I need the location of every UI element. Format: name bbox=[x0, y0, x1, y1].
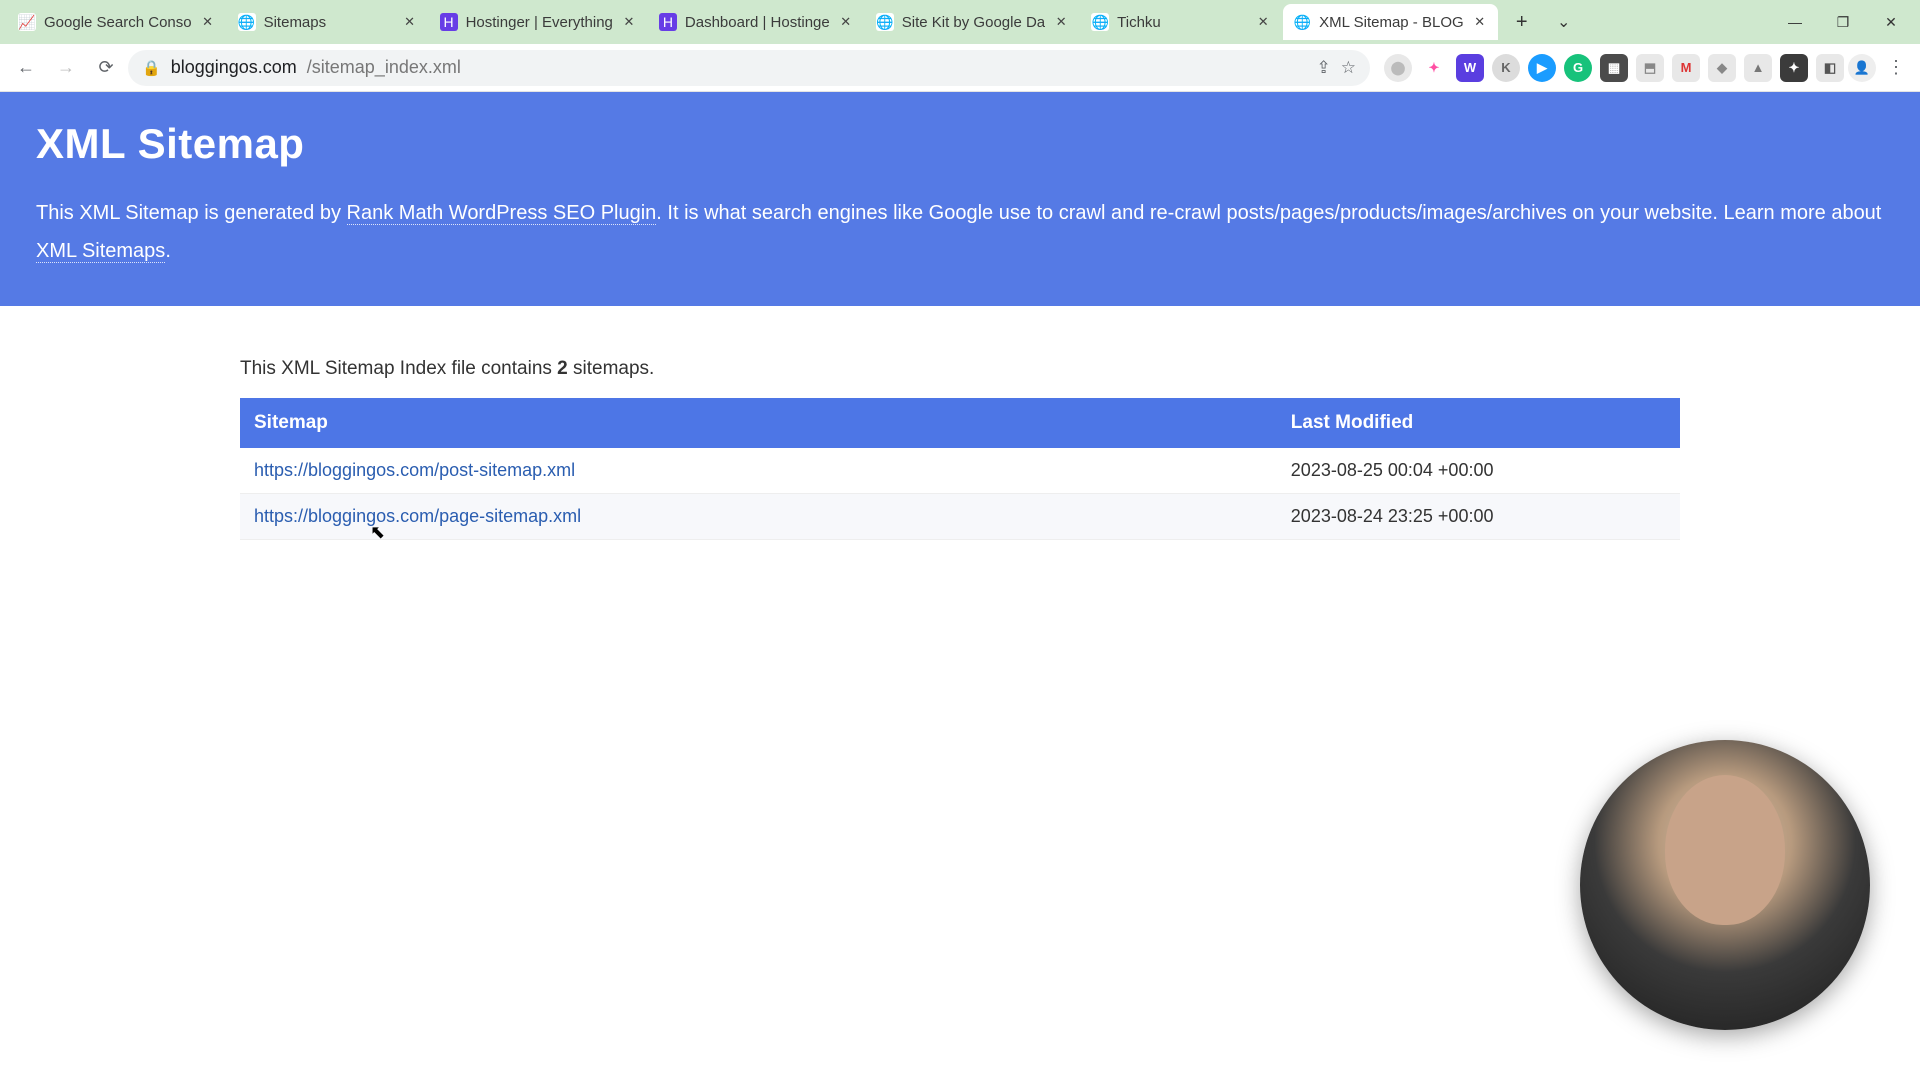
count-prefix: This XML Sitemap Index file contains bbox=[240, 358, 557, 379]
extensions-row: ⬤ ✦ WK ▶ G ▦ ⬒ M ◆ ▲ ✦ ◧ bbox=[1374, 54, 1844, 82]
tab-strip: 📈 Google Search Conso ✕ 🌐 Sitemaps ✕ H Hostinge… bbox=[0, 0, 1920, 44]
extension-icon[interactable]: ⬒ bbox=[1636, 54, 1664, 82]
browser-tab[interactable]: 📈 Google Search Conso ✕ bbox=[8, 4, 226, 40]
tab-favicon-icon: 🌐 bbox=[876, 13, 894, 31]
sitemap-link[interactable]: https://bloggingos.com/page-sitemap.xml bbox=[254, 506, 581, 526]
extension-icon[interactable]: ▶ bbox=[1528, 54, 1556, 82]
browser-tab[interactable]: 🌐 Site Kit by Google Da ✕ bbox=[866, 4, 1079, 40]
extension-icon[interactable]: ▦ bbox=[1600, 54, 1628, 82]
tab-favicon-icon: H bbox=[440, 13, 458, 31]
webcam-overlay bbox=[1580, 740, 1870, 1030]
tab-close-icon[interactable]: ✕ bbox=[402, 14, 418, 30]
browser-tab[interactable]: 🌐 Sitemaps ✕ bbox=[228, 4, 428, 40]
profile-avatar[interactable]: 👤 bbox=[1848, 54, 1876, 82]
table-row: https://bloggingos.com/page-sitemap.xml 2… bbox=[240, 494, 1680, 540]
browser-tab[interactable]: 🌐 XML Sitemap - BLOG ✕ bbox=[1283, 4, 1498, 40]
sitemap-count-line: This XML Sitemap Index file contains 2 s… bbox=[240, 358, 1680, 380]
tab-search-button[interactable]: ⌄ bbox=[1544, 12, 1584, 32]
intro-text-2: . It is what search engines like Google … bbox=[656, 202, 1881, 224]
page-hero: XML Sitemap This XML Sitemap is generate… bbox=[0, 92, 1920, 306]
tab-close-icon[interactable]: ✕ bbox=[1472, 14, 1488, 30]
count-value: 2 bbox=[557, 358, 568, 379]
tab-close-icon[interactable]: ✕ bbox=[838, 14, 854, 30]
window-minimize-button[interactable]: — bbox=[1772, 6, 1818, 38]
extension-icon[interactable]: ▲ bbox=[1744, 54, 1772, 82]
tab-favicon-icon: 🌐 bbox=[1091, 13, 1109, 31]
extension-icon[interactable]: ◆ bbox=[1708, 54, 1736, 82]
last-modified-cell: 2023-08-24 23:25 +00:00 bbox=[1277, 494, 1680, 540]
page-intro: This XML Sitemap is generated by Rank Ma… bbox=[36, 194, 1884, 270]
rankmath-link[interactable]: Rank Math WordPress SEO Plugin bbox=[347, 202, 657, 225]
share-icon[interactable]: ⇪ bbox=[1317, 58, 1331, 78]
tab-title: Hostinger | Everything bbox=[466, 14, 613, 31]
column-sitemap: Sitemap bbox=[240, 398, 1277, 448]
address-bar[interactable]: 🔒 bloggingos.com/sitemap_index.xml ⇪ ☆ bbox=[128, 50, 1370, 86]
column-last-modified: Last Modified bbox=[1277, 398, 1680, 448]
window-maximize-button[interactable]: ❐ bbox=[1820, 6, 1866, 38]
bookmark-star-icon[interactable]: ☆ bbox=[1341, 58, 1356, 78]
sitemap-table: Sitemap Last Modified https://bloggingos… bbox=[240, 398, 1680, 540]
extension-icon[interactable]: W bbox=[1456, 54, 1484, 82]
intro-text: This XML Sitemap is generated by bbox=[36, 202, 347, 224]
xml-sitemaps-link[interactable]: XML Sitemaps bbox=[36, 240, 165, 263]
tab-title: Sitemaps bbox=[264, 14, 394, 31]
browser-toolbar: ← → ⟳ 🔒 bloggingos.com/sitemap_index.xml… bbox=[0, 44, 1920, 92]
extension-icon[interactable]: ✦ bbox=[1780, 54, 1808, 82]
sitemap-link[interactable]: https://bloggingos.com/post-sitemap.xml bbox=[254, 460, 575, 480]
url-path: /sitemap_index.xml bbox=[307, 57, 461, 78]
tab-title: Google Search Conso bbox=[44, 14, 192, 31]
tab-close-icon[interactable]: ✕ bbox=[1053, 14, 1069, 30]
back-button[interactable]: ← bbox=[8, 50, 44, 86]
tab-favicon-icon: 📈 bbox=[18, 13, 36, 31]
table-row: https://bloggingos.com/post-sitemap.xml 2… bbox=[240, 448, 1680, 494]
tab-close-icon[interactable]: ✕ bbox=[621, 14, 637, 30]
tab-favicon-icon: 🌐 bbox=[238, 13, 256, 31]
tab-title: Tichku bbox=[1117, 14, 1247, 31]
tab-close-icon[interactable]: ✕ bbox=[1255, 14, 1271, 30]
lock-icon: 🔒 bbox=[142, 59, 161, 77]
new-tab-button[interactable]: + bbox=[1506, 6, 1538, 38]
browser-tab[interactable]: H Hostinger | Everything ✕ bbox=[430, 4, 647, 40]
intro-text-3: . bbox=[165, 240, 171, 262]
window-controls: — ❐ ✕ bbox=[1772, 0, 1914, 44]
tab-favicon-icon: H bbox=[659, 13, 677, 31]
tab-favicon-icon: 🌐 bbox=[1293, 13, 1311, 31]
window-close-button[interactable]: ✕ bbox=[1868, 6, 1914, 38]
tab-close-icon[interactable]: ✕ bbox=[200, 14, 216, 30]
reload-button[interactable]: ⟳ bbox=[88, 50, 124, 86]
last-modified-cell: 2023-08-25 00:04 +00:00 bbox=[1277, 448, 1680, 494]
tab-title: Dashboard | Hostinge bbox=[685, 14, 830, 31]
extension-icon[interactable]: ⬤ bbox=[1384, 54, 1412, 82]
forward-button[interactable]: → bbox=[48, 50, 84, 86]
extension-icon[interactable]: G bbox=[1564, 54, 1592, 82]
extension-icon[interactable]: M bbox=[1672, 54, 1700, 82]
extension-icon[interactable]: K bbox=[1492, 54, 1520, 82]
page-content: This XML Sitemap Index file contains 2 s… bbox=[240, 306, 1680, 540]
extension-icon[interactable]: ◧ bbox=[1816, 54, 1844, 82]
chrome-menu-button[interactable]: ⋮ bbox=[1880, 52, 1912, 84]
browser-tab[interactable]: H Dashboard | Hostinge ✕ bbox=[649, 4, 864, 40]
browser-tab[interactable]: 🌐 Tichku ✕ bbox=[1081, 4, 1281, 40]
count-suffix: sitemaps. bbox=[568, 358, 655, 379]
page-title: XML Sitemap bbox=[36, 120, 1884, 168]
tab-title: XML Sitemap - BLOG bbox=[1319, 14, 1464, 31]
tab-title: Site Kit by Google Da bbox=[902, 14, 1045, 31]
extension-icon[interactable]: ✦ bbox=[1420, 54, 1448, 82]
url-host: bloggingos.com bbox=[171, 57, 297, 78]
